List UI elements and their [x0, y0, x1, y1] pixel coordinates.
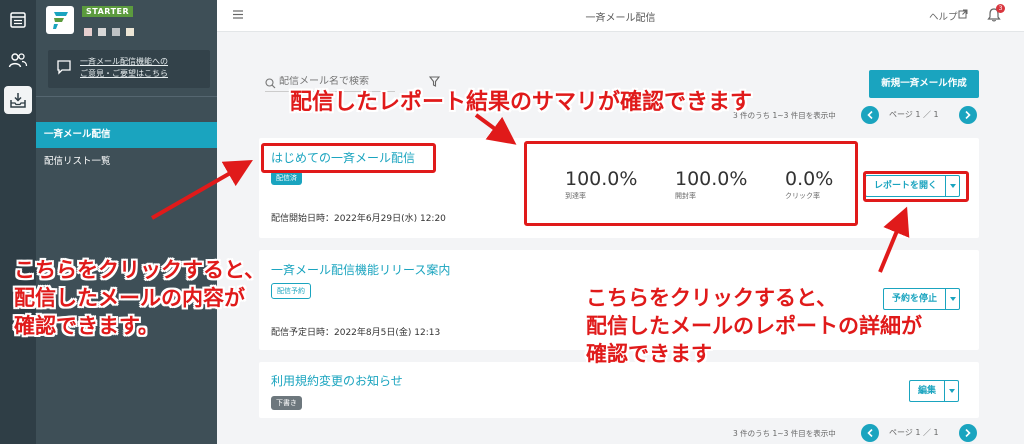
- caret-down-icon: [948, 389, 955, 393]
- mail-title-link[interactable]: はじめての一斉メール配信: [271, 149, 415, 166]
- top-bar: 一斉メール配信 ヘルプ 3: [217, 0, 1024, 32]
- chevron-right-icon: [965, 429, 971, 437]
- search-box[interactable]: [265, 74, 395, 92]
- status-badge: 配信済: [271, 171, 302, 185]
- edit-dropdown[interactable]: [944, 381, 958, 401]
- icon-rail: [0, 0, 36, 444]
- rail-inbox-button[interactable]: [4, 86, 32, 114]
- prev-page-button-bottom[interactable]: [861, 424, 879, 442]
- plan-badge: STARTER: [82, 6, 134, 17]
- caret-down-icon: [949, 297, 956, 301]
- result-count-bottom: 3 件のうち 1~3 件目を表示中: [733, 429, 836, 438]
- sidebar-divider: [36, 96, 217, 97]
- nav-item-bulk-mail[interactable]: 一斉メール配信: [36, 122, 217, 148]
- users-icon: [8, 53, 28, 68]
- inbox-download-icon: [10, 93, 26, 108]
- filter-icon[interactable]: [429, 76, 440, 87]
- list-window-icon: [10, 12, 26, 28]
- main-area: 一斉メール配信 ヘルプ 3 新規一斉メール作成 3 件のうち 1~3 件目を表示…: [217, 0, 1024, 444]
- stat-label: 到達率: [565, 192, 586, 200]
- stat-label: 開封率: [675, 192, 696, 200]
- new-bulk-mail-button[interactable]: 新規一斉メール作成: [869, 70, 979, 98]
- stat-open-rate: 100.0% 開封率: [675, 168, 747, 201]
- chevron-left-icon: [867, 111, 873, 119]
- logo-mark-icon: [53, 12, 68, 29]
- app-logo[interactable]: [46, 6, 74, 34]
- sidebar: STARTER 一斉メール配信機能への ご意見・ご要望はこちら 一斉メール配信 …: [36, 0, 217, 444]
- mail-card: 利用規約変更のお知らせ 下書き 編集: [259, 362, 979, 418]
- page-indicator-top: ページ 1 ／ 1: [889, 110, 939, 119]
- chevron-right-icon: [965, 111, 971, 119]
- status-badge: 下書き: [271, 396, 302, 410]
- mail-title-link[interactable]: 一斉メール配信機能リリース案内: [271, 261, 450, 278]
- rail-users-button[interactable]: [4, 46, 32, 74]
- stat-value: 0.0%: [785, 168, 834, 190]
- next-page-button-bottom[interactable]: [959, 424, 977, 442]
- stat-value: 100.0%: [565, 168, 638, 190]
- stop-reservation-split-button: 予約を停止: [883, 288, 961, 310]
- prev-page-button-top[interactable]: [861, 106, 879, 124]
- mail-date: 配信予定日時：2022年8月5日(金) 12:13: [271, 328, 441, 338]
- open-report-split-button: レポートを開く: [865, 175, 961, 197]
- page-indicator-bottom: ページ 1 ／ 1: [889, 428, 939, 437]
- search-icon: [265, 78, 276, 89]
- mail-title-link[interactable]: 利用規約変更のお知らせ: [271, 372, 403, 389]
- page-title: 一斉メール配信: [585, 13, 656, 24]
- stat-click-rate: 0.0% クリック率: [785, 168, 833, 201]
- caret-down-icon: [949, 184, 956, 188]
- result-count-top: 3 件のうち 1~3 件目を表示中: [733, 111, 836, 120]
- search-input[interactable]: [279, 76, 389, 87]
- next-page-button-top[interactable]: [959, 106, 977, 124]
- account-name-masked: [84, 28, 134, 36]
- external-link-icon: [958, 9, 968, 19]
- stat-delivery-rate: 100.0% 到達率: [565, 168, 637, 201]
- chevron-left-icon: [867, 429, 873, 437]
- help-link[interactable]: ヘルプ: [929, 9, 958, 23]
- open-report-button[interactable]: レポートを開く: [866, 176, 945, 196]
- notification-badge: 3: [996, 4, 1005, 13]
- edit-split-button: 編集: [909, 380, 960, 402]
- feedback-link-box[interactable]: 一斉メール配信機能への ご意見・ご要望はこちら: [48, 50, 210, 88]
- stat-label: クリック率: [785, 192, 820, 200]
- edit-button[interactable]: 編集: [910, 381, 944, 401]
- chat-bubble-icon: [57, 60, 71, 75]
- rail-list-button[interactable]: [4, 6, 32, 34]
- status-badge: 配信予約: [271, 283, 311, 299]
- mail-card: 一斉メール配信機能リリース案内 配信予約 配信予定日時：2022年8月5日(金)…: [259, 250, 979, 350]
- nav-item-delivery-lists[interactable]: 配信リスト一覧: [36, 149, 217, 175]
- stop-reservation-dropdown[interactable]: [945, 289, 959, 309]
- mail-date: 配信開始日時：2022年6月29日(水) 12:20: [271, 214, 446, 224]
- stat-value: 100.0%: [675, 168, 748, 190]
- mail-card: はじめての一斉メール配信 配信済 配信開始日時：2022年6月29日(水) 12…: [259, 138, 979, 238]
- stop-reservation-button[interactable]: 予約を停止: [884, 289, 945, 309]
- feedback-link[interactable]: 一斉メール配信機能への ご意見・ご要望はこちら: [80, 56, 168, 80]
- open-report-dropdown[interactable]: [945, 176, 959, 196]
